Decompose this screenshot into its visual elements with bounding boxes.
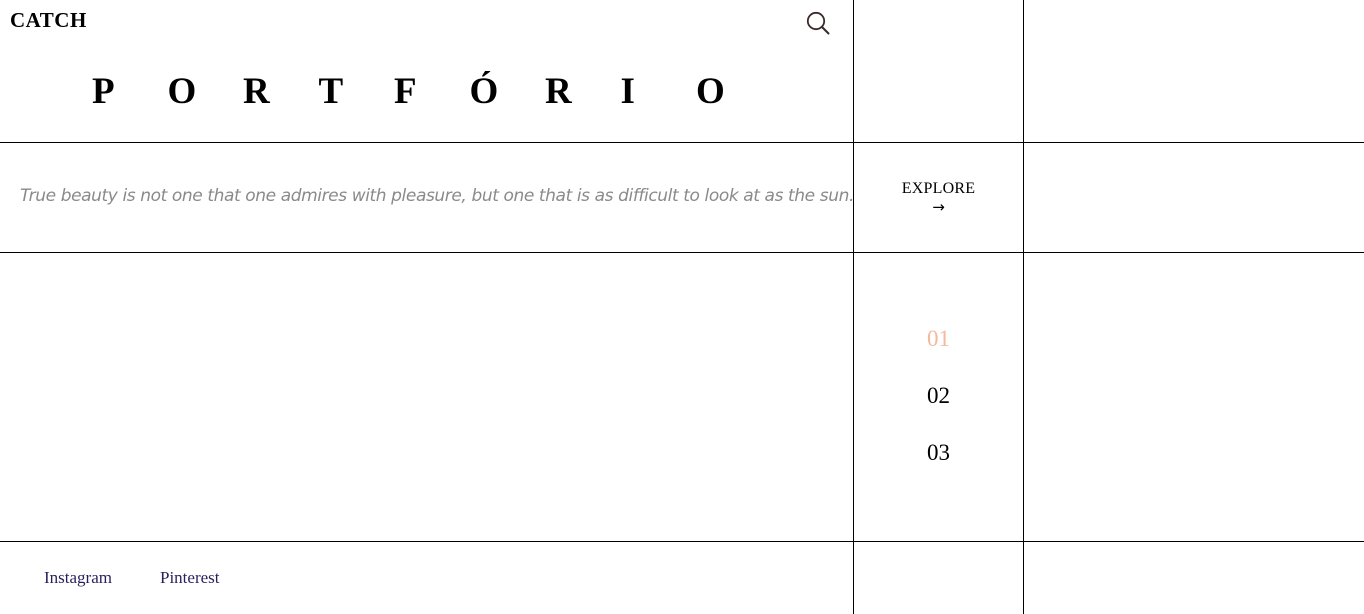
arrow-right-icon: → [932, 198, 945, 216]
column-divider-2 [1023, 0, 1024, 614]
column-divider-1 [853, 0, 854, 614]
title-letter: R [545, 71, 572, 112]
title-letter: I [620, 71, 635, 112]
title-letter: O [696, 71, 725, 112]
row-divider-1 [0, 142, 1364, 143]
explore-button[interactable]: EXPLORE → [854, 180, 1023, 216]
title-letter: O [167, 71, 197, 112]
brand-logo[interactable]: CATCH [10, 8, 87, 33]
row-divider-3 [0, 541, 1364, 542]
title-letter: P [92, 71, 115, 112]
row-divider-2 [0, 252, 1364, 253]
search-button[interactable] [805, 10, 831, 36]
pagination-item-03[interactable]: 03 [854, 440, 1023, 466]
page-title: P O R T F Ó R I O [92, 70, 772, 113]
pagination-item-02[interactable]: 02 [854, 383, 1023, 409]
title-letter: Ó [469, 71, 499, 112]
search-icon [806, 11, 830, 35]
title-letter: F [394, 71, 417, 112]
pagination-item-01[interactable]: 01 [854, 326, 1023, 352]
title-letter: T [318, 71, 344, 112]
explore-label: EXPLORE [901, 180, 976, 197]
quote-text: True beauty is not one that one admires … [20, 186, 854, 206]
title-letter: R [243, 71, 270, 112]
page: CATCH P O R T F Ó R I O True beauty is n… [0, 0, 1364, 614]
pinterest-link[interactable]: Pinterest [160, 568, 220, 588]
instagram-link[interactable]: Instagram [44, 568, 112, 588]
